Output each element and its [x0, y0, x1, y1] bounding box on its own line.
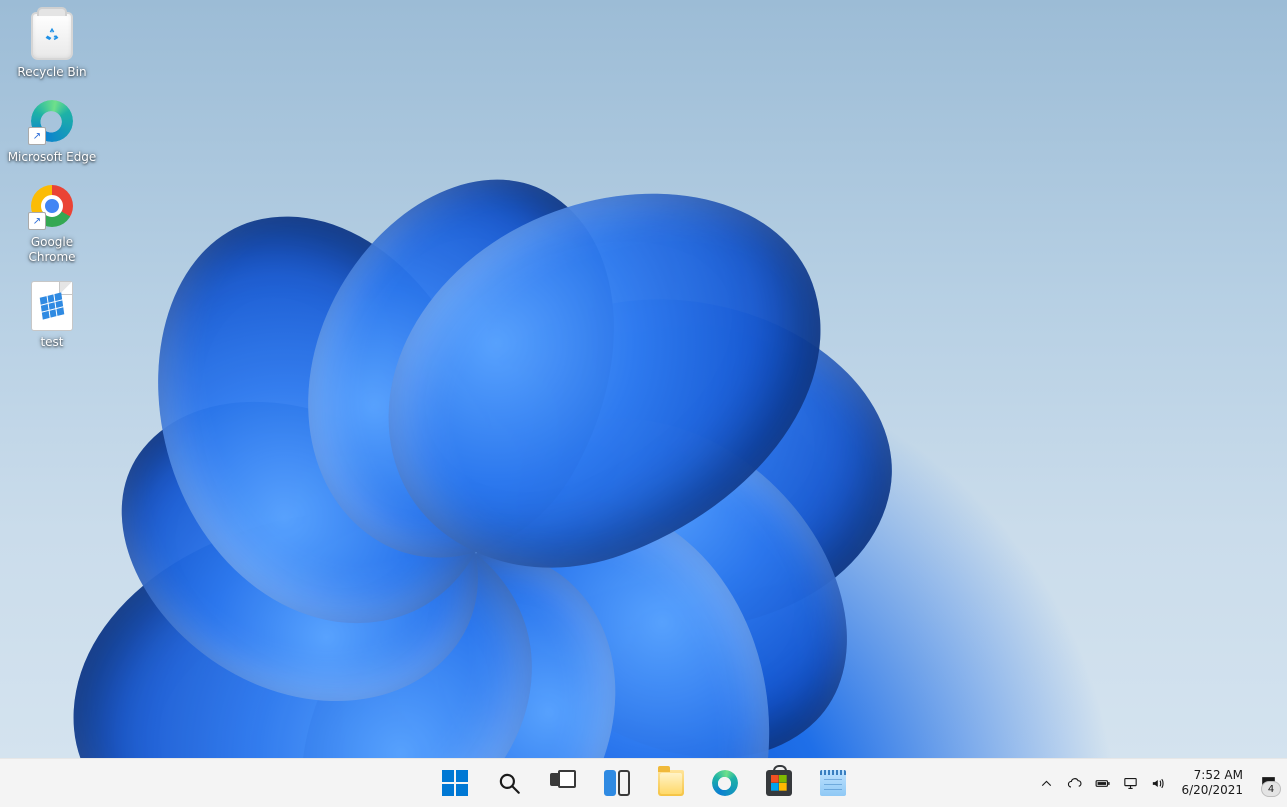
windows-logo-icon [442, 770, 468, 796]
store-icon [766, 770, 792, 796]
start-button[interactable] [433, 763, 477, 803]
search-button[interactable] [487, 763, 531, 803]
chrome-icon: ↗ [28, 182, 76, 230]
desktop-icon-google-chrome[interactable]: ↗ Google Chrome [4, 176, 100, 276]
desktop-icon-label: test [37, 334, 66, 351]
notification-center-button[interactable]: 4 [1253, 763, 1283, 803]
notification-badge: 4 [1261, 781, 1281, 797]
desktop-icon-label: Microsoft Edge [5, 149, 100, 166]
desktop-icon-microsoft-edge[interactable]: ↗ Microsoft Edge [4, 91, 100, 176]
microsoft-store-button[interactable] [757, 763, 801, 803]
desktop-icon-recycle-bin[interactable]: Recycle Bin [4, 6, 100, 91]
desktop-icon-label: Recycle Bin [14, 64, 89, 81]
tray-battery[interactable] [1089, 763, 1115, 803]
notepad-button[interactable] [811, 763, 855, 803]
clock-date: 6/20/2021 [1181, 783, 1243, 798]
shortcut-overlay-icon: ↗ [28, 212, 46, 230]
network-icon [1122, 775, 1139, 792]
notepad-icon [820, 770, 846, 796]
search-icon [496, 770, 522, 796]
edge-icon: ↗ [28, 97, 76, 145]
cloud-icon [1066, 775, 1083, 792]
shortcut-overlay-icon: ↗ [28, 127, 46, 145]
battery-icon [1094, 775, 1111, 792]
task-view-button[interactable] [541, 763, 585, 803]
task-view-icon [550, 770, 576, 796]
taskbar: 7:52 AM 6/20/2021 4 [0, 758, 1287, 807]
edge-icon [712, 770, 738, 796]
file-explorer-button[interactable] [649, 763, 693, 803]
tray-network[interactable] [1117, 763, 1143, 803]
desktop-icon-label: Google Chrome [4, 234, 100, 266]
tray-volume[interactable] [1145, 763, 1171, 803]
clock-time: 7:52 AM [1181, 768, 1243, 783]
tray-onedrive[interactable] [1061, 763, 1087, 803]
tray-overflow-button[interactable] [1033, 763, 1059, 803]
taskbar-clock[interactable]: 7:52 AM 6/20/2021 [1173, 768, 1251, 798]
recycle-bin-icon [28, 12, 76, 60]
edge-button[interactable] [703, 763, 747, 803]
desktop-icon-test[interactable]: test [4, 276, 100, 361]
system-tray: 7:52 AM 6/20/2021 4 [1033, 759, 1283, 807]
chevron-up-icon [1038, 775, 1055, 792]
widgets-button[interactable] [595, 763, 639, 803]
widgets-icon [604, 770, 630, 796]
taskbar-pinned-apps [433, 759, 855, 807]
folder-icon [658, 770, 684, 796]
desktop-area[interactable]: Recycle Bin ↗ Microsoft Edge ↗ Google Ch… [0, 0, 1287, 759]
registry-file-icon [28, 282, 76, 330]
speaker-icon [1150, 775, 1167, 792]
